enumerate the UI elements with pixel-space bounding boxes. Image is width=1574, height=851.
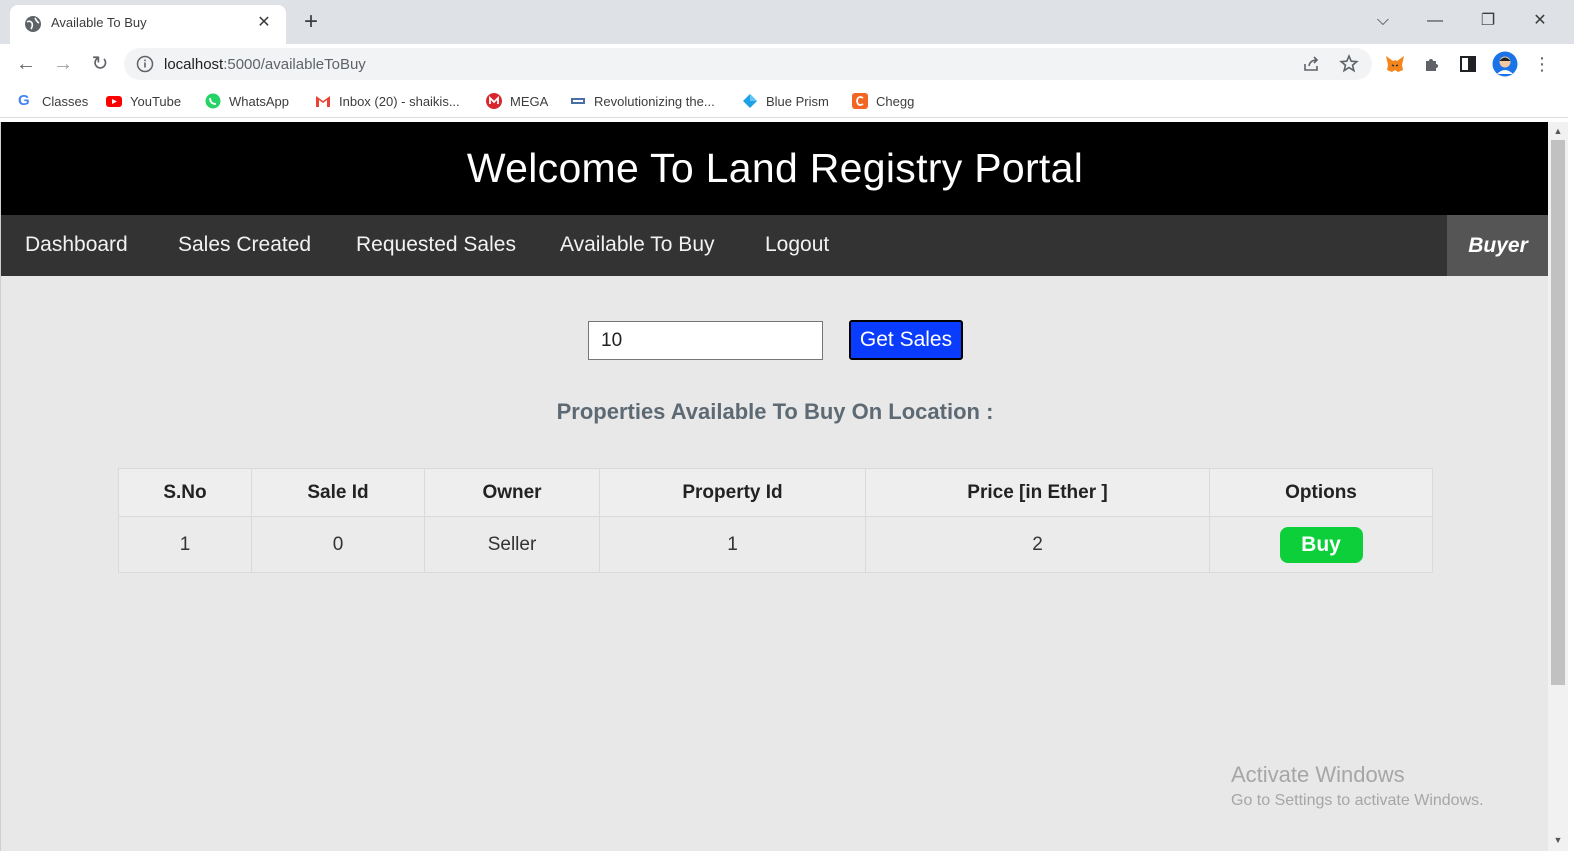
- bookmark-inbox[interactable]: Inbox (20) - shaikis...: [315, 92, 460, 110]
- address-bar[interactable]: localhost:5000/availableToBuy: [124, 48, 1372, 80]
- column-header-options: Options: [1209, 468, 1433, 517]
- bookmark-youtube[interactable]: YouTube: [106, 92, 181, 110]
- bookmarks-bar: G Classes YouTube WhatsApp Inbox (20) - …: [0, 84, 1574, 118]
- profile-avatar[interactable]: [1492, 51, 1518, 77]
- bookmark-label: Inbox (20) - shaikis...: [339, 93, 460, 109]
- user-role-badge: Buyer: [1447, 215, 1548, 276]
- url-host: localhost: [164, 56, 224, 73]
- bookmark-label: YouTube: [130, 93, 182, 109]
- column-header-property-id: Property Id: [599, 468, 866, 517]
- new-tab-plus-icon[interactable]: +: [298, 9, 324, 35]
- reload-icon[interactable]: ↻: [86, 50, 114, 78]
- browser-tab-strip: Available To Buy ✕ + ⌵ — ❐ ✕: [0, 0, 1574, 44]
- cell-price: 2: [865, 516, 1210, 573]
- table-row: 1 0 Seller 1 2 Buy: [118, 516, 1433, 573]
- metamask-fox-icon[interactable]: [1383, 52, 1407, 76]
- bookmark-label: Chegg: [876, 93, 915, 109]
- buy-button[interactable]: Buy: [1279, 526, 1363, 563]
- main-navigation: Dashboard Sales Created Requested Sales …: [1, 215, 1548, 276]
- side-panel-icon[interactable]: [1456, 52, 1480, 76]
- window-border: [1568, 44, 1574, 851]
- tab-close-icon[interactable]: ✕: [254, 13, 274, 33]
- column-header-owner: Owner: [424, 468, 600, 517]
- google-icon: G: [18, 92, 30, 109]
- bookmark-star-icon[interactable]: [1337, 52, 1361, 76]
- bookmark-whatsapp[interactable]: WhatsApp: [205, 92, 289, 110]
- page-scrollbar[interactable]: ▲ ▼: [1548, 122, 1568, 851]
- url-path: :5000/availableToBuy: [223, 56, 366, 73]
- globe-icon: [25, 16, 41, 32]
- url-text: localhost:5000/availableToBuy: [164, 56, 366, 73]
- column-header-price: Price [in Ether ]: [865, 468, 1210, 517]
- bookmark-label: Revolutionizing the...: [594, 93, 715, 109]
- nav-dashboard[interactable]: Dashboard: [25, 215, 128, 276]
- bookmark-classes[interactable]: G Classes: [18, 92, 88, 110]
- back-arrow-icon[interactable]: ←: [12, 50, 40, 78]
- mega-icon: [486, 93, 502, 109]
- minimize-icon[interactable]: —: [1420, 8, 1450, 34]
- chegg-icon: [852, 93, 868, 109]
- page-header: Welcome To Land Registry Portal: [1, 122, 1548, 215]
- scrollbar-thumb[interactable]: [1551, 140, 1565, 685]
- cell-sale-id: 0: [251, 516, 425, 573]
- bookmark-chegg[interactable]: Chegg: [852, 92, 914, 110]
- bookmark-label: Classes: [42, 93, 89, 109]
- page-icon: [571, 98, 585, 104]
- table-header-row: S.No Sale Id Owner Property Id Price [in…: [118, 468, 1433, 517]
- nav-sales-created[interactable]: Sales Created: [178, 215, 311, 276]
- restore-icon[interactable]: ❐: [1473, 8, 1503, 34]
- watermark-line-1: Activate Windows: [1231, 762, 1405, 787]
- bookmark-mega[interactable]: MEGA: [486, 92, 548, 110]
- whatsapp-icon: [205, 93, 221, 109]
- youtube-icon: [106, 96, 122, 107]
- scroll-down-arrow-icon[interactable]: ▼: [1552, 834, 1564, 846]
- site-info-icon[interactable]: [136, 55, 154, 73]
- nav-requested-sales[interactable]: Requested Sales: [356, 215, 516, 276]
- forward-arrow-icon[interactable]: →: [49, 50, 77, 78]
- cell-property-id: 1: [599, 516, 866, 573]
- bookmark-label: WhatsApp: [229, 93, 289, 109]
- bookmark-blue-prism[interactable]: Blue Prism: [742, 92, 829, 110]
- column-header-sno: S.No: [118, 468, 252, 517]
- share-icon[interactable]: [1300, 52, 1324, 76]
- window-close-icon[interactable]: ✕: [1525, 8, 1555, 34]
- bookmark-revolutionizing[interactable]: Revolutionizing the...: [570, 92, 715, 110]
- bookmark-label: MEGA: [510, 93, 549, 109]
- browser-tab-active[interactable]: Available To Buy ✕: [10, 5, 286, 44]
- scroll-up-arrow-icon[interactable]: ▲: [1552, 125, 1564, 137]
- browser-toolbar: ← → ↻ localhost:5000/availableToBuy ⋮: [0, 44, 1574, 84]
- page-viewport: Welcome To Land Registry Portal Dashboar…: [0, 122, 1548, 851]
- get-sales-button[interactable]: Get Sales: [849, 320, 963, 360]
- tab-title: Available To Buy: [51, 15, 147, 30]
- gmail-icon: [316, 96, 330, 107]
- nav-logout[interactable]: Logout: [765, 215, 829, 276]
- cell-owner: Seller: [424, 516, 600, 573]
- blue-prism-icon: [743, 94, 757, 108]
- windows-activation-watermark: Activate Windows Go to Settings to activ…: [1231, 762, 1484, 810]
- cell-options: Buy: [1209, 516, 1433, 573]
- sales-table: S.No Sale Id Owner Property Id Price [in…: [118, 468, 1433, 573]
- cell-sno: 1: [118, 516, 252, 573]
- browser-menu-kebab-icon[interactable]: ⋮: [1528, 50, 1556, 78]
- nav-available-to-buy[interactable]: Available To Buy: [560, 215, 715, 276]
- tab-search-chevron-icon[interactable]: ⌵: [1368, 8, 1398, 34]
- bookmark-label: Blue Prism: [766, 93, 829, 109]
- page-title: Welcome To Land Registry Portal: [466, 145, 1084, 191]
- column-header-sale-id: Sale Id: [251, 468, 425, 517]
- watermark-line-2: Go to Settings to activate Windows.: [1231, 792, 1484, 809]
- location-input[interactable]: [588, 321, 823, 360]
- extensions-puzzle-icon[interactable]: [1420, 52, 1444, 76]
- section-subtitle: Properties Available To Buy On Location …: [556, 399, 994, 424]
